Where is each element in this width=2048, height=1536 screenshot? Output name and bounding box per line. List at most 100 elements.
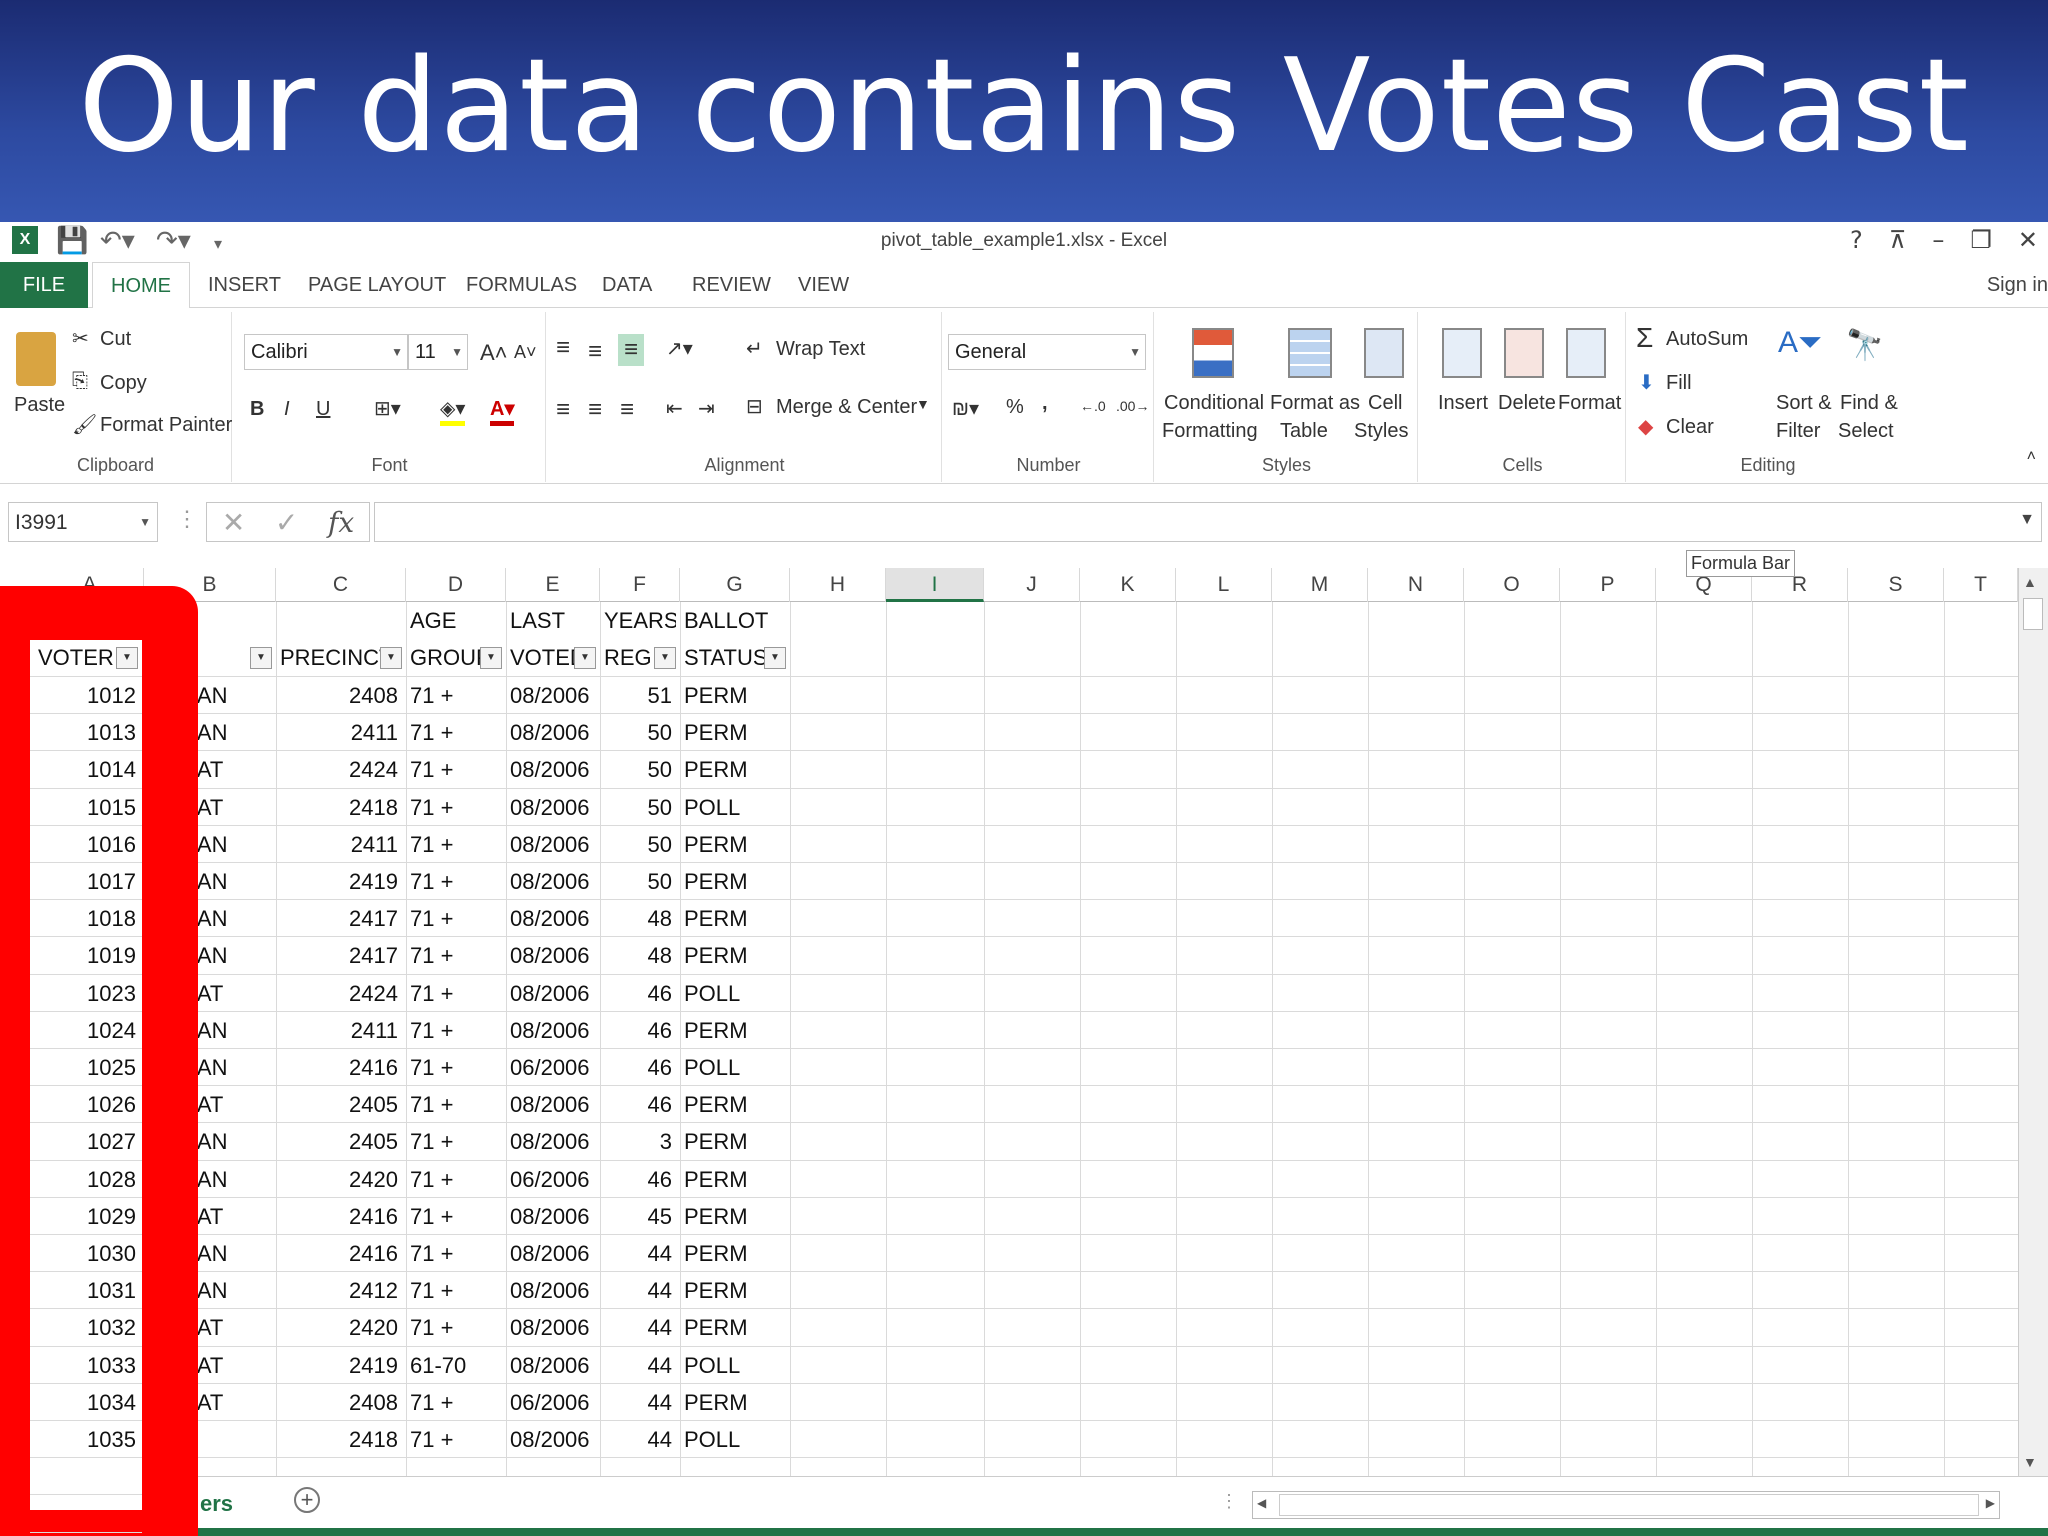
age-group-cell[interactable]: 71 + [410,1012,502,1049]
voter-id-cell[interactable]: 1032 [38,1309,140,1346]
years-reg-cell[interactable]: 50 [604,863,676,900]
header-ballot-line1[interactable]: BALLOT [684,602,786,639]
fill-button[interactable]: Fill [1666,372,1692,395]
age-group-cell[interactable]: 71 + [410,1086,502,1123]
precinct-cell[interactable]: 2411 [280,1012,402,1049]
voter-id-cell[interactable]: 1030 [38,1235,140,1272]
sheet-tab-active[interactable]: ers [200,1491,233,1517]
horizontal-scrollbar[interactable]: ◀ ▶ [1252,1491,2000,1519]
autosum-button[interactable]: AutoSum [1666,328,1748,351]
age-group-cell[interactable]: 71 + [410,975,502,1012]
format-cells-button[interactable]: Format [1558,392,1621,415]
help-button[interactable]: ? [1850,226,1863,254]
conditional-formatting-icon[interactable] [1192,328,1234,378]
bold-button[interactable]: B [250,398,264,421]
column-header-e[interactable]: E [506,568,600,602]
find-select-label-2[interactable]: Select [1838,420,1894,443]
merge-center-icon[interactable]: ⊟ [746,394,763,419]
comma-button[interactable]: , [1042,392,1048,415]
ballot-status-cell[interactable]: PERM [684,937,786,974]
age-group-cell[interactable]: 71 + [410,900,502,937]
ballot-status-cell[interactable]: POLL [684,975,786,1012]
voter-id-cell[interactable]: 1023 [38,975,140,1012]
tab-review[interactable]: REVIEW [674,262,789,308]
ballot-status-cell[interactable]: PERM [684,826,786,863]
fill-icon[interactable]: ⬇ [1638,370,1655,395]
increase-indent-icon[interactable]: ⇥ [698,396,715,421]
ballot-status-cell[interactable]: PERM [684,1384,786,1421]
voter-id-cell[interactable]: 1025 [38,1049,140,1086]
voter-id-cell[interactable]: 1017 [38,863,140,900]
find-select-icon[interactable]: 🔭 [1846,328,1883,363]
age-group-cell[interactable]: 71 + [410,1421,502,1458]
column-header-g[interactable]: G [680,568,790,602]
ballot-status-cell[interactable]: PERM [684,714,786,751]
age-group-cell[interactable]: 71 + [410,1161,502,1198]
voter-id-cell[interactable]: 1033 [38,1347,140,1384]
format-painter-icon[interactable]: 🖌 [72,412,97,437]
ballot-status-cell[interactable]: POLL [684,1347,786,1384]
name-box-dropdown-icon[interactable]: ▼ [139,515,151,529]
voter-id-cell[interactable]: 1026 [38,1086,140,1123]
precinct-cell[interactable]: 2408 [280,1384,402,1421]
years-reg-cell[interactable]: 46 [604,1049,676,1086]
years-reg-cell[interactable]: 44 [604,1421,676,1458]
precinct-cell[interactable]: 2419 [280,1347,402,1384]
conditional-formatting-label-2[interactable]: Formatting [1162,420,1258,443]
voter-id-cell[interactable]: 1031 [38,1272,140,1309]
precinct-cell[interactable]: 2412 [280,1272,402,1309]
last-voted-cell[interactable]: 08/2006 [510,1272,596,1309]
horizontal-scroll-thumb[interactable] [1279,1494,1979,1516]
add-sheet-button[interactable]: + [294,1487,320,1513]
align-bottom-icon[interactable]: ≡ [618,334,645,366]
filter-dropdown-icon[interactable]: ▼ [764,647,786,669]
years-reg-cell[interactable]: 44 [604,1309,676,1346]
paste-button[interactable]: Paste [14,394,65,417]
scroll-up-icon[interactable]: ▲ [2023,574,2037,590]
number-format-select[interactable]: General ▼ [948,334,1146,370]
insert-cells-icon[interactable] [1442,328,1482,378]
column-header-p[interactable]: P [1560,568,1656,602]
last-voted-cell[interactable]: 06/2006 [510,1161,596,1198]
last-voted-cell[interactable]: 08/2006 [510,975,596,1012]
last-voted-cell[interactable]: 08/2006 [510,937,596,974]
precinct-cell[interactable]: 2411 [280,714,402,751]
ballot-status-cell[interactable]: PERM [684,900,786,937]
merge-center-button[interactable]: Merge & Center [776,396,917,419]
shrink-font-icon[interactable]: A˅ [514,342,537,363]
ballot-status-cell[interactable]: PERM [684,1272,786,1309]
precinct-cell[interactable]: 2405 [280,1086,402,1123]
worksheet-grid[interactable]: ABCDEFGHIJKLMNOPQRST AGELASTYEARSBALLOTY… [0,568,2048,1476]
format-as-table-label-2[interactable]: Table [1280,420,1328,443]
find-select-label-1[interactable]: Find & [1840,392,1898,415]
age-group-cell[interactable]: 71 + [410,1235,502,1272]
align-right-icon[interactable]: ≡ [620,396,634,424]
accounting-format-icon[interactable]: ₪▾ [952,396,979,421]
italic-button[interactable]: I [284,398,290,421]
last-voted-cell[interactable]: 08/2006 [510,1421,596,1458]
copy-button[interactable]: Copy [100,372,147,395]
clear-icon[interactable]: ◆ [1638,414,1653,439]
voter-id-cell[interactable]: 1013 [38,714,140,751]
sign-in-link[interactable]: Sign in [1987,274,2048,297]
age-group-cell[interactable]: 71 + [410,1309,502,1346]
expand-formula-bar-icon[interactable]: ▼ [2019,511,2035,529]
age-group-cell[interactable]: 71 + [410,677,502,714]
cell-styles-icon[interactable] [1364,328,1404,378]
scroll-left-icon[interactable]: ◀ [1257,1496,1266,1510]
last-voted-cell[interactable]: 08/2006 [510,863,596,900]
cut-button[interactable]: Cut [100,328,131,351]
precinct-cell[interactable]: 2417 [280,937,402,974]
last-voted-cell[interactable]: 08/2006 [510,1123,596,1160]
years-reg-cell[interactable]: 50 [604,789,676,826]
scroll-down-icon[interactable]: ▼ [2023,1454,2037,1470]
paste-icon[interactable] [16,332,56,386]
wrap-text-button[interactable]: Wrap Text [776,338,865,361]
voter-id-cell[interactable]: 1014 [38,751,140,788]
precinct-cell[interactable]: 2408 [280,677,402,714]
last-voted-cell[interactable]: 08/2006 [510,1347,596,1384]
age-group-cell[interactable]: 61-70 [410,1347,502,1384]
column-header-n[interactable]: N [1368,568,1464,602]
last-voted-cell[interactable]: 08/2006 [510,1198,596,1235]
tab-formulas[interactable]: FORMULAS [448,262,595,308]
